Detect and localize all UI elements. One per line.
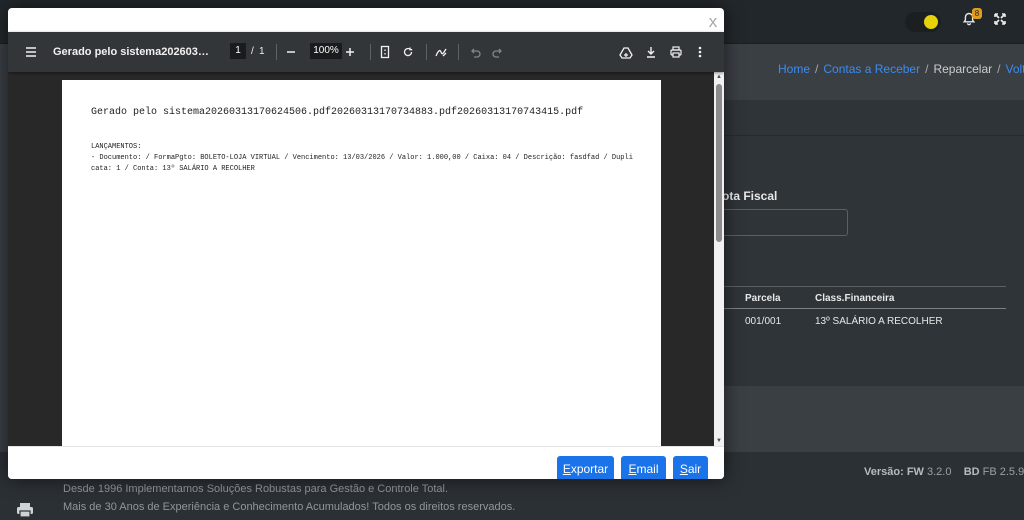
- bd-version: FB 2.5.9: [982, 466, 1024, 478]
- page-total: 1: [259, 46, 265, 57]
- download-icon[interactable]: [644, 43, 658, 61]
- fw-version: 3.2.0: [926, 466, 952, 478]
- breadcrumb-separator: /: [815, 62, 819, 76]
- breadcrumb-home[interactable]: Home: [778, 62, 810, 76]
- exit-button[interactable]: Sair: [673, 456, 708, 479]
- pdf-document-title: Gerado pelo sistema20260313170624506.pdf…: [53, 46, 213, 58]
- print-icon[interactable]: [669, 43, 683, 61]
- table-cell: 001/001: [745, 316, 782, 327]
- scroll-down-arrow-icon[interactable]: ▼: [715, 437, 723, 445]
- toolbar-divider: [370, 44, 371, 60]
- scrollbar-thumb[interactable]: [716, 84, 722, 242]
- pdf-heading: Gerado pelo sistema20260313170624506.pdf…: [91, 107, 584, 118]
- toolbar-divider: [276, 44, 277, 60]
- more-options-icon[interactable]: [695, 43, 705, 61]
- printer-icon[interactable]: [16, 502, 34, 518]
- page-number-input[interactable]: 1: [230, 43, 246, 59]
- pdf-page: Gerado pelo sistema20260313170624506.pdf…: [62, 80, 661, 446]
- fit-page-icon[interactable]: [378, 43, 392, 61]
- undo-icon[interactable]: [468, 43, 482, 61]
- rotate-icon[interactable]: [401, 43, 415, 61]
- redo-icon[interactable]: [491, 43, 505, 61]
- invoice-field-label: ota Fiscal: [722, 189, 778, 203]
- pdf-entry-line: - Documento: / FormaPgto: BOLETO-LOJA VI…: [91, 154, 633, 162]
- pdf-viewer: Gerado pelo sistema20260313170624506.pdf…: [8, 32, 724, 446]
- breadcrumb: Home / Contas a Receber / Reparcelar / Voltar: [778, 62, 1024, 76]
- toolbar-divider: [426, 44, 427, 60]
- version-info: Versão: FW 3.2.0 BD FB 2.5.9: [864, 466, 1024, 478]
- breadcrumb-separator: /: [997, 62, 1001, 76]
- zoom-input[interactable]: 100%: [310, 43, 342, 59]
- pdf-modal: x Gerado pelo sistema20260313170624506.p…: [8, 8, 724, 479]
- table-header-cell: Class.Financeira: [815, 293, 895, 304]
- table-header-cell: Parcela: [745, 293, 781, 304]
- breadcrumb-separator: /: [925, 62, 929, 76]
- invoice-field-input[interactable]: [722, 209, 848, 236]
- pdf-entry-line: cata: 1 / Conta: 13º SALÁRIO A RECOLHER: [91, 165, 255, 173]
- breadcrumb-back[interactable]: Voltar: [1005, 62, 1024, 76]
- bd-label: BD: [963, 466, 980, 478]
- zoom-out-icon[interactable]: [284, 43, 298, 61]
- notification-badge: 8: [972, 8, 982, 19]
- pdf-scrollbar[interactable]: ▲ ▼: [714, 72, 724, 446]
- drive-save-icon[interactable]: [618, 43, 634, 61]
- scroll-up-arrow-icon[interactable]: ▲: [715, 73, 723, 81]
- modal-footer: Exportar Email Sair: [8, 446, 724, 479]
- footer-copyright: Mais de 30 Anos de Experiência e Conheci…: [63, 501, 516, 513]
- theme-toggle-knob: [924, 15, 938, 29]
- email-button[interactable]: Email: [621, 456, 666, 479]
- pdf-toolbar: Gerado pelo sistema20260313170624506.pdf…: [8, 32, 724, 72]
- menu-icon[interactable]: [24, 43, 38, 61]
- export-button[interactable]: Exportar: [557, 456, 614, 479]
- breadcrumb-current: Reparcelar: [933, 62, 993, 76]
- toolbar-divider: [458, 44, 459, 60]
- fw-label: FW: [906, 466, 924, 478]
- fullscreen-icon[interactable]: [994, 12, 1012, 30]
- table-row[interactable]: 001/001 13º SALÁRIO A RECOLHER: [724, 310, 1006, 333]
- zoom-in-icon[interactable]: [343, 43, 357, 61]
- pdf-section-title: LANÇAMENTOS:: [91, 143, 142, 151]
- table-header-row: Parcela Class.Financeira: [724, 286, 1006, 309]
- table-cell: 13º SALÁRIO A RECOLHER: [815, 316, 943, 327]
- modal-close-button[interactable]: x: [705, 12, 721, 32]
- content-card: [724, 100, 1024, 386]
- footer-tagline: Desde 1996 Implementamos Soluções Robust…: [63, 483, 449, 495]
- pdf-pages-area[interactable]: Gerado pelo sistema20260313170624506.pdf…: [8, 72, 714, 446]
- version-label: Versão:: [864, 466, 904, 478]
- content-card-header: [724, 100, 1024, 136]
- theme-toggle[interactable]: [905, 12, 941, 32]
- page-separator: /: [251, 46, 254, 57]
- breadcrumb-accounts[interactable]: Contas a Receber: [823, 62, 920, 76]
- draw-icon[interactable]: [434, 43, 448, 61]
